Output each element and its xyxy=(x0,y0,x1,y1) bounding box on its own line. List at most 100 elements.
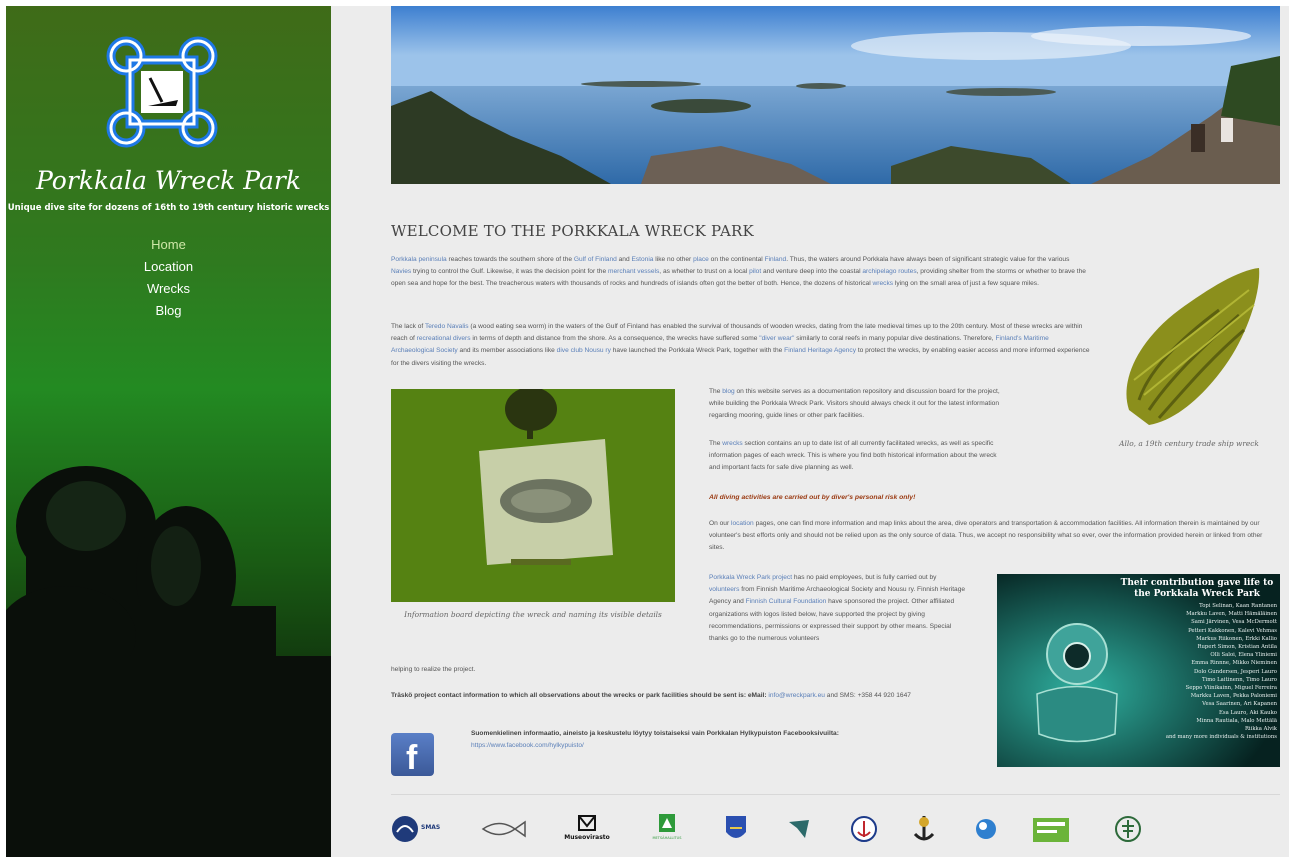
tree-seal-logo[interactable] xyxy=(1111,812,1145,846)
metsahallitus-logo[interactable]: METSÄHALLITUS xyxy=(647,812,687,846)
link-recreational-divers[interactable]: recreational divers xyxy=(417,335,471,342)
diver-helmet-image xyxy=(6,466,331,857)
text: on this website serves as a documentatio… xyxy=(709,388,1000,420)
seahorse-logo[interactable] xyxy=(783,812,817,846)
link-merchant-vessels[interactable]: merchant vessels xyxy=(608,268,659,275)
contact-paragraph: Träskö project contact information to wh… xyxy=(391,690,971,702)
text: and xyxy=(616,256,632,263)
ship-wreck-image[interactable] xyxy=(1109,260,1269,435)
shield-icon xyxy=(726,816,746,838)
contributor-line: Minna Rautiala, Malo Mettälä xyxy=(1196,717,1277,724)
nav-item-wrecks[interactable]: Wrecks xyxy=(6,278,331,300)
text: like no other xyxy=(653,256,694,263)
green-foundation-logo[interactable] xyxy=(1031,812,1071,846)
coat-of-arms-logo[interactable] xyxy=(721,812,751,846)
site-tagline: Unique dive site for dozens of 16th to 1… xyxy=(7,203,330,213)
main-nav: Home Location Wrecks Blog xyxy=(6,234,331,322)
link-blog[interactable]: blog xyxy=(722,388,734,395)
link-finland[interactable]: Finland xyxy=(765,256,787,263)
text: The xyxy=(709,440,723,447)
ship-caption: Allo, a 19th century trade ship wreck xyxy=(1119,439,1259,448)
contributor-line: Vesa Saarinen, Ari Kapanen xyxy=(1202,701,1277,708)
link-teredo-navalis[interactable]: Teredo Navalis xyxy=(425,323,469,330)
contributor-line: Olli Saloi, Elena Yliniemi xyxy=(1210,652,1277,659)
porkkala-logo-icon[interactable] xyxy=(104,34,220,150)
email-link[interactable]: info@wreckpark.eu xyxy=(768,692,825,699)
fish-icon xyxy=(481,820,526,838)
text: and venture deep into the coastal xyxy=(761,268,863,276)
facebook-link[interactable]: https://www.facebook.com/hylkypuisto/ xyxy=(471,742,584,749)
museovirasto-logo[interactable]: Museovirasto xyxy=(559,812,615,846)
footer-divider xyxy=(391,794,1280,795)
text: The lack of xyxy=(391,323,425,330)
intro-paragraph: Porkkala peninsula reaches towards the s… xyxy=(391,254,1091,291)
contributors-panel: Their contribution gave life to the Pork… xyxy=(997,574,1280,767)
link-diver-wear[interactable]: "diver wear" xyxy=(759,335,794,342)
information-board-image[interactable] xyxy=(391,389,675,602)
link-heritage-agency[interactable]: Finland Heritage Agency xyxy=(784,347,856,354)
text: lying on the small area of just a few sq… xyxy=(893,280,1039,288)
contributors-list: Topi Selinan, Kaan Rantanen Markku Laven… xyxy=(1115,602,1277,741)
tree-seal-icon xyxy=(1115,816,1141,842)
sponsor-logos: SMAS Museovirasto METSÄHALLITUS xyxy=(391,812,1151,846)
contributor-line: Riikka Alvik xyxy=(1244,726,1277,733)
archipelago-panorama-image xyxy=(391,6,1280,184)
risk-warning: All diving activities are carried out by… xyxy=(709,494,916,501)
link-project[interactable]: Porkkala Wreck Park project xyxy=(709,574,792,581)
museovirasto-label: Museovirasto xyxy=(564,834,610,841)
contributor-line: and many more individuals & institutions xyxy=(1165,734,1277,741)
contributor-line: Topi Selinan, Kaan Rantanen xyxy=(1199,603,1277,609)
nav-item-home[interactable]: Home xyxy=(6,234,331,256)
site-title[interactable]: Porkkala Wreck Park xyxy=(6,166,331,195)
museovirasto-icon xyxy=(578,815,596,831)
metsahallitus-label: METSÄHALLITUS xyxy=(652,836,682,840)
main-content: WELCOME TO THE PORKKALA WRECK PARK Porkk… xyxy=(331,6,1289,857)
contributor-line: Petteri Kakkonen, Kalevi Vehmas xyxy=(1188,627,1277,634)
text: pages, one can find more information and… xyxy=(709,520,1263,552)
page-title: WELCOME TO THE PORKKALA WRECK PARK xyxy=(391,222,754,240)
link-archipelago-routes[interactable]: archipelago routes xyxy=(862,268,916,275)
contributor-line: Markku Laven, Matti Hämäläinen xyxy=(1186,611,1277,618)
text: section contains an up to date list of a… xyxy=(709,440,997,472)
naval-emblem-logo[interactable] xyxy=(907,812,941,846)
contributor-line: Dolo Gundersen, Jesperi Lauro xyxy=(1194,668,1277,675)
link-volunteers[interactable]: volunteers xyxy=(709,586,739,593)
smas-logo-label: SMAS xyxy=(421,824,441,831)
wrecks-paragraph: The wrecks section contains an up to dat… xyxy=(709,438,1009,475)
facebook-letter: f xyxy=(406,739,418,777)
navy-anchor-logo[interactable] xyxy=(847,812,881,846)
smas-logo[interactable]: SMAS xyxy=(391,812,441,846)
contributor-line: Seppo Viinikainn, Miguel Ferreira xyxy=(1185,685,1277,692)
metsahallitus-icon xyxy=(659,814,675,832)
link-location[interactable]: location xyxy=(731,520,754,527)
link-navies[interactable]: Navies xyxy=(391,268,411,275)
link-wrecks-section[interactable]: wrecks xyxy=(722,440,743,447)
link-pilot[interactable]: pilot xyxy=(749,268,761,275)
link-gulf-of-finland[interactable]: Gulf of Finland xyxy=(574,256,617,263)
link-place[interactable]: place xyxy=(693,256,709,263)
teredo-paragraph: The lack of Teredo Navalis (a wood eatin… xyxy=(391,321,1091,370)
contributor-line: Esa Lauro, Aki Kauko xyxy=(1219,709,1277,716)
link-porkkala-peninsula[interactable]: Porkkala peninsula xyxy=(391,256,447,263)
link-estonia[interactable]: Estonia xyxy=(631,256,653,263)
nav-item-blog[interactable]: Blog xyxy=(6,300,331,322)
text: The xyxy=(709,388,723,395)
link-dive-club-nousu[interactable]: dive club Nousu ry xyxy=(557,347,611,354)
link-cultural-foundation[interactable]: Finnish Cultural Foundation xyxy=(746,598,827,605)
project-paragraph-end: helping to realize the project. xyxy=(391,666,476,673)
contributor-line: Emma Rinnne, Mikko Nieminen xyxy=(1191,660,1277,667)
location-paragraph: On our location pages, one can find more… xyxy=(709,518,1279,555)
anchor-emblem-icon xyxy=(913,816,935,841)
contributor-line: Markus Riikonen, Erkki Kallio xyxy=(1196,635,1277,642)
nav-item-location[interactable]: Location xyxy=(6,256,331,278)
blog-paragraph: The blog on this website serves as a doc… xyxy=(709,386,1009,423)
text: and its member associations like xyxy=(457,347,557,355)
sidebar: Porkkala Wreck Park Unique dive site for… xyxy=(6,6,331,857)
facebook-icon[interactable]: f xyxy=(391,733,434,777)
blue-swirl-logo[interactable] xyxy=(969,812,1003,846)
seahorse-icon xyxy=(789,820,809,838)
fish-logo[interactable] xyxy=(479,812,527,846)
link-wrecks[interactable]: wrecks xyxy=(873,280,894,287)
text: have launched the Porkkala Wreck Park, t… xyxy=(610,347,785,355)
text: Träskö project contact information to wh… xyxy=(391,692,769,699)
